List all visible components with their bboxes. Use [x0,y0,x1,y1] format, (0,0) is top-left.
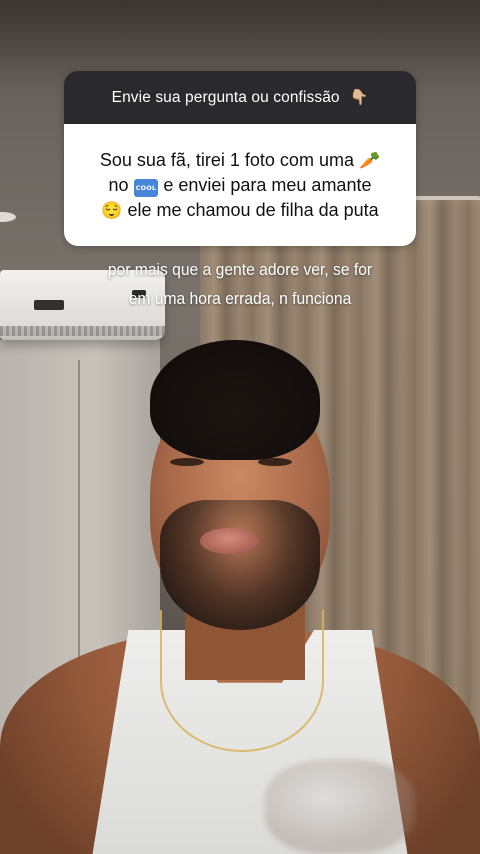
caption-line-1: por mais que a gente adore ver, se for [107,260,373,279]
story-caption: por mais que a gente adore ver, se for e… [56,255,424,313]
answer-part-3: e enviei para meu amante [163,174,372,195]
person-hand-blur [265,760,415,854]
relieved-face-icon: 😌 [101,200,123,220]
person-eye-left [170,458,204,466]
caption-line-2: em uma hora errada, n funciona [128,289,352,308]
person-hair [150,340,320,460]
question-sticker-header: Envie sua pergunta ou confissão 👇🏼 [64,71,416,124]
story-frame: Envie sua pergunta ou confissão 👇🏼 Sou s… [0,0,480,854]
person-eye-right [258,458,292,466]
question-answer-text: Sou sua fã, tirei 1 foto com uma 🥕 no CO… [100,148,380,223]
person-mouth [200,528,258,554]
question-prompt-text: Envie sua pergunta ou confissão [111,88,340,106]
answer-part-1: Sou sua fã, tirei 1 foto com uma [99,149,354,170]
carrot-icon: 🥕 [358,150,381,170]
question-sticker-body: Sou sua fã, tirei 1 foto com uma 🥕 no CO… [64,124,416,246]
question-sticker[interactable]: Envie sua pergunta ou confissão 👇🏼 Sou s… [64,71,416,246]
answer-part-2: no [108,174,129,195]
pointing-down-icon: 👇🏼 [349,88,369,106]
cool-button-icon: COOL [133,178,159,197]
answer-part-4: ele me chamou de filha da puta [127,199,379,220]
person-necklace [160,610,324,752]
